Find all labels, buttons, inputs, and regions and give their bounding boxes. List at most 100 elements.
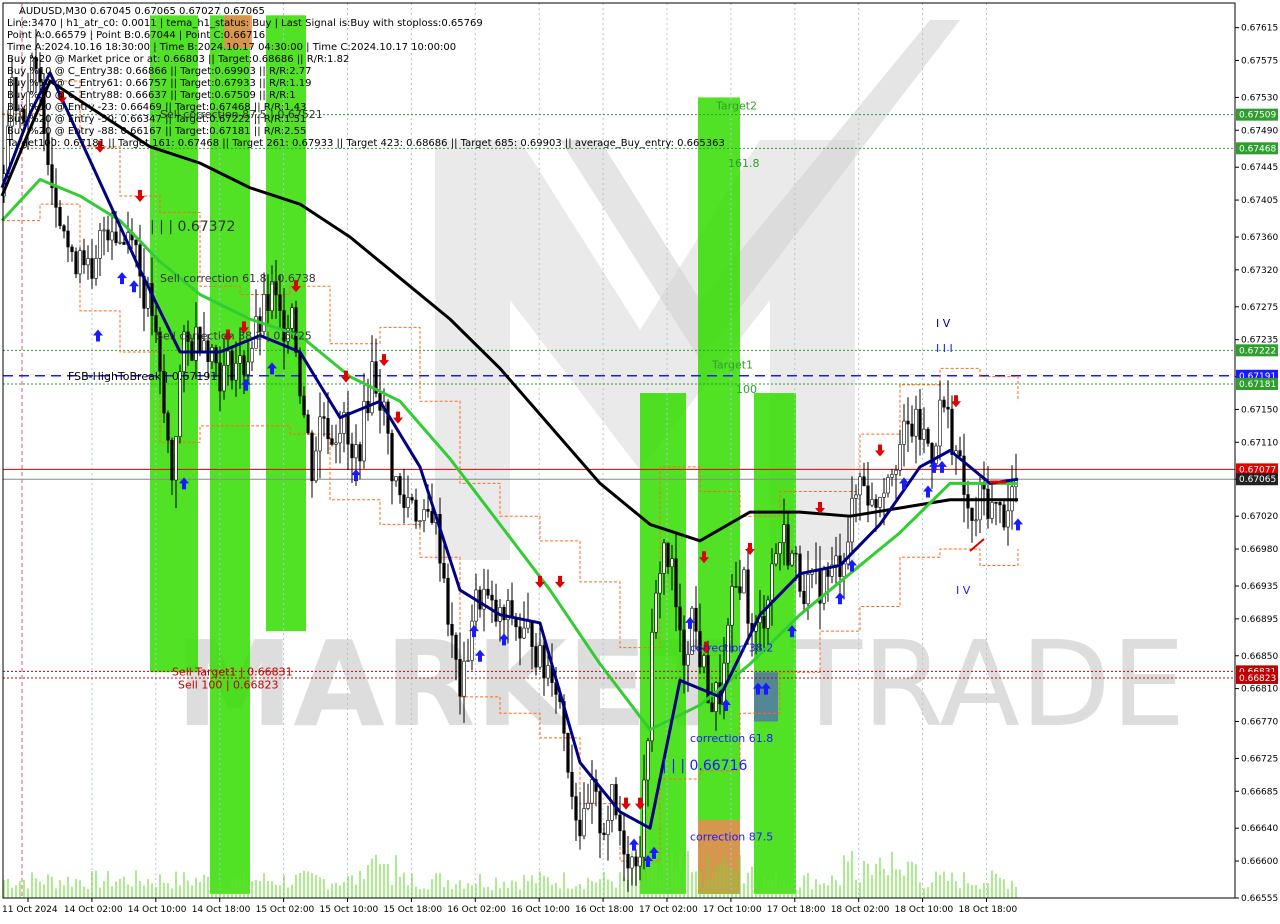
price-tag-label: 0.67509 bbox=[1239, 111, 1276, 121]
y-tick-label: 0.66725 bbox=[1241, 754, 1278, 764]
candle-body bbox=[566, 732, 570, 773]
candle-body bbox=[238, 355, 242, 364]
candle-body bbox=[670, 558, 674, 568]
x-tick-label: 18 Oct 10:00 bbox=[895, 905, 954, 915]
x-tick-label: 17 Oct 10:00 bbox=[703, 905, 762, 915]
candle-body bbox=[606, 820, 610, 835]
candle-body bbox=[774, 553, 778, 565]
signal-zone bbox=[640, 393, 686, 894]
candle-body bbox=[122, 241, 126, 245]
y-tick-label: 0.66640 bbox=[1241, 824, 1278, 834]
candle-body bbox=[914, 408, 918, 437]
price-tag-label: 0.67222 bbox=[1239, 346, 1276, 356]
candle-body bbox=[826, 569, 830, 577]
candle-body bbox=[618, 814, 622, 832]
candle-body bbox=[166, 412, 170, 441]
candle-body bbox=[834, 555, 838, 566]
candle-body bbox=[338, 433, 342, 444]
y-tick-label: 0.66810 bbox=[1241, 685, 1278, 695]
x-tick-label: 15 Oct 10:00 bbox=[320, 905, 379, 915]
candle-body bbox=[306, 414, 310, 434]
candle-body bbox=[694, 607, 698, 632]
candle-body bbox=[574, 796, 578, 821]
candle-body bbox=[918, 408, 922, 440]
info-line: Buy %20 @ Market price or at: 0.66803 ||… bbox=[7, 54, 349, 65]
candle-body bbox=[422, 509, 426, 521]
candle-body bbox=[1006, 510, 1010, 528]
candle-body bbox=[98, 230, 102, 259]
candle-body bbox=[218, 362, 222, 392]
x-tick-label: 16 Oct 10:00 bbox=[511, 905, 570, 915]
annotation-label: | | | 0.66716 bbox=[662, 758, 747, 774]
watermark-text: TRADE bbox=[789, 615, 1185, 753]
y-tick-label: 0.67405 bbox=[1241, 196, 1278, 206]
candle-body bbox=[994, 502, 998, 504]
symbol-line: AUDUSD,M30 0.67045 0.67065 0.67027 0.670… bbox=[19, 6, 265, 17]
candle-body bbox=[910, 423, 914, 437]
candle-body bbox=[582, 808, 586, 837]
candle-body bbox=[742, 569, 746, 594]
price-tag-label: 0.67065 bbox=[1239, 475, 1276, 485]
y-tick-label: 0.67445 bbox=[1241, 163, 1278, 173]
annotation-label: Sell 100 | 0.66823 bbox=[178, 679, 279, 692]
candle-body bbox=[802, 590, 806, 605]
candle-body bbox=[622, 830, 626, 855]
info-line: Target100: 0.67181 || Target 161: 0.6746… bbox=[6, 138, 725, 149]
y-tick-label: 0.66600 bbox=[1241, 857, 1278, 867]
candle-body bbox=[970, 507, 974, 521]
candle-body bbox=[210, 347, 214, 362]
candle-body bbox=[362, 401, 366, 462]
y-tick-label: 0.66555 bbox=[1241, 894, 1278, 904]
candle-body bbox=[978, 483, 982, 521]
y-tick-label: 0.67360 bbox=[1241, 233, 1278, 243]
candle-body bbox=[946, 406, 950, 410]
candle-body bbox=[638, 856, 642, 867]
candle-body bbox=[406, 497, 410, 508]
candle-body bbox=[82, 250, 86, 266]
candle-body bbox=[54, 187, 58, 208]
candle-body bbox=[654, 592, 658, 633]
annotation-label: correction 87.5 bbox=[690, 830, 773, 843]
candle-body bbox=[926, 428, 930, 444]
candle-body bbox=[510, 600, 514, 619]
candle-body bbox=[710, 702, 714, 712]
candle-body bbox=[878, 497, 882, 508]
candlestick-chart[interactable]: MARKET TRADE | | | 0.67372Sell correction… bbox=[0, 0, 1280, 920]
candle-body bbox=[70, 246, 74, 252]
x-tick-label: 14 Oct 02:00 bbox=[64, 905, 123, 915]
candle-body bbox=[762, 616, 766, 629]
candle-body bbox=[578, 819, 582, 837]
candle-body bbox=[118, 241, 122, 244]
candle-body bbox=[642, 779, 646, 858]
candle-body bbox=[986, 488, 990, 519]
candle-body bbox=[390, 433, 394, 482]
y-tick-label: 0.67575 bbox=[1241, 56, 1278, 66]
candle-body bbox=[134, 239, 138, 246]
candle-body bbox=[394, 476, 398, 482]
candle-body bbox=[746, 569, 750, 624]
candle-body bbox=[334, 442, 338, 445]
y-tick-label: 0.66980 bbox=[1241, 545, 1278, 555]
info-line: Buy %20 @ Entry -88: 0.66167 || Target:0… bbox=[7, 126, 306, 137]
candle-body bbox=[298, 352, 302, 397]
candle-body bbox=[490, 594, 494, 601]
candle-body bbox=[502, 607, 506, 621]
candle-body bbox=[418, 520, 422, 522]
candle-body bbox=[402, 494, 406, 508]
annotation-label: Sell correction 38.2 | 0.6725 bbox=[156, 330, 312, 343]
candle-body bbox=[398, 476, 402, 496]
candle-body bbox=[806, 573, 810, 605]
candle-body bbox=[478, 589, 482, 610]
candle-body bbox=[414, 499, 418, 522]
y-tick-label: 0.67235 bbox=[1241, 336, 1278, 346]
candle-body bbox=[466, 660, 470, 662]
candle-body bbox=[542, 645, 546, 679]
candle-body bbox=[486, 588, 490, 596]
candle-body bbox=[410, 497, 414, 501]
annotation-label: Target1 bbox=[711, 358, 753, 371]
candle-body bbox=[534, 646, 538, 668]
candle-body bbox=[778, 542, 782, 555]
candle-body bbox=[890, 474, 894, 478]
y-tick-label: 0.66935 bbox=[1241, 582, 1278, 592]
candle-body bbox=[974, 519, 978, 522]
